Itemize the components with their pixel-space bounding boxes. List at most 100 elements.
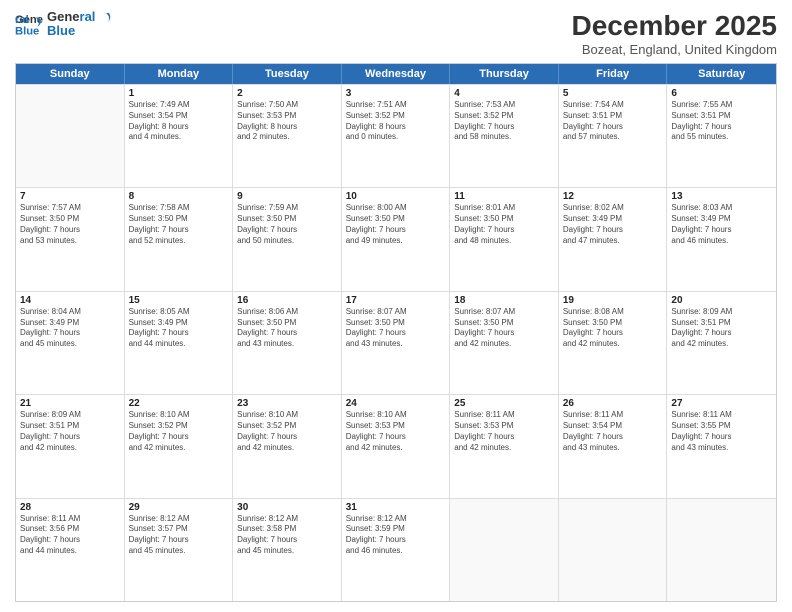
day-cell-4: 4Sunrise: 7:53 AM Sunset: 3:52 PM Daylig…	[450, 85, 559, 187]
header-day-monday: Monday	[125, 64, 234, 84]
day-info: Sunrise: 8:07 AM Sunset: 3:50 PM Dayligh…	[346, 307, 446, 350]
day-cell-27: 27Sunrise: 8:11 AM Sunset: 3:55 PM Dayli…	[667, 395, 776, 497]
day-cell-15: 15Sunrise: 8:05 AM Sunset: 3:49 PM Dayli…	[125, 292, 234, 394]
day-number: 10	[346, 191, 446, 202]
day-number: 14	[20, 295, 120, 306]
logo-line1: General	[47, 10, 113, 24]
day-info: Sunrise: 8:12 AM Sunset: 3:58 PM Dayligh…	[237, 514, 337, 557]
day-cell-17: 17Sunrise: 8:07 AM Sunset: 3:50 PM Dayli…	[342, 292, 451, 394]
day-number: 23	[237, 398, 337, 409]
day-info: Sunrise: 7:55 AM Sunset: 3:51 PM Dayligh…	[671, 100, 772, 143]
day-number: 3	[346, 88, 446, 99]
day-info: Sunrise: 8:12 AM Sunset: 3:59 PM Dayligh…	[346, 514, 446, 557]
day-number: 4	[454, 88, 554, 99]
day-number: 18	[454, 295, 554, 306]
day-cell-16: 16Sunrise: 8:06 AM Sunset: 3:50 PM Dayli…	[233, 292, 342, 394]
empty-cell	[667, 499, 776, 601]
day-info: Sunrise: 7:54 AM Sunset: 3:51 PM Dayligh…	[563, 100, 663, 143]
header-day-wednesday: Wednesday	[342, 64, 451, 84]
day-info: Sunrise: 7:53 AM Sunset: 3:52 PM Dayligh…	[454, 100, 554, 143]
day-number: 8	[129, 191, 229, 202]
day-info: Sunrise: 7:49 AM Sunset: 3:54 PM Dayligh…	[129, 100, 229, 143]
day-cell-31: 31Sunrise: 8:12 AM Sunset: 3:59 PM Dayli…	[342, 499, 451, 601]
day-number: 6	[671, 88, 772, 99]
day-cell-28: 28Sunrise: 8:11 AM Sunset: 3:56 PM Dayli…	[16, 499, 125, 601]
day-info: Sunrise: 8:11 AM Sunset: 3:55 PM Dayligh…	[671, 410, 772, 453]
calendar-week-1: 1Sunrise: 7:49 AM Sunset: 3:54 PM Daylig…	[16, 84, 776, 187]
day-info: Sunrise: 8:06 AM Sunset: 3:50 PM Dayligh…	[237, 307, 337, 350]
day-info: Sunrise: 7:51 AM Sunset: 3:52 PM Dayligh…	[346, 100, 446, 143]
day-number: 13	[671, 191, 772, 202]
header-day-sunday: Sunday	[16, 64, 125, 84]
day-number: 22	[129, 398, 229, 409]
day-cell-10: 10Sunrise: 8:00 AM Sunset: 3:50 PM Dayli…	[342, 188, 451, 290]
day-number: 7	[20, 191, 120, 202]
day-cell-5: 5Sunrise: 7:54 AM Sunset: 3:51 PM Daylig…	[559, 85, 668, 187]
empty-cell	[559, 499, 668, 601]
calendar-week-3: 14Sunrise: 8:04 AM Sunset: 3:49 PM Dayli…	[16, 291, 776, 394]
header-day-thursday: Thursday	[450, 64, 559, 84]
day-cell-20: 20Sunrise: 8:09 AM Sunset: 3:51 PM Dayli…	[667, 292, 776, 394]
day-number: 19	[563, 295, 663, 306]
day-number: 11	[454, 191, 554, 202]
day-number: 20	[671, 295, 772, 306]
logo: Gene ral Blue General Blue	[15, 10, 113, 39]
day-info: Sunrise: 8:07 AM Sunset: 3:50 PM Dayligh…	[454, 307, 554, 350]
day-cell-13: 13Sunrise: 8:03 AM Sunset: 3:49 PM Dayli…	[667, 188, 776, 290]
day-info: Sunrise: 8:11 AM Sunset: 3:56 PM Dayligh…	[20, 514, 120, 557]
day-number: 24	[346, 398, 446, 409]
day-number: 9	[237, 191, 337, 202]
day-cell-11: 11Sunrise: 8:01 AM Sunset: 3:50 PM Dayli…	[450, 188, 559, 290]
day-number: 21	[20, 398, 120, 409]
day-info: Sunrise: 8:04 AM Sunset: 3:49 PM Dayligh…	[20, 307, 120, 350]
calendar: SundayMondayTuesdayWednesdayThursdayFrid…	[15, 63, 777, 602]
header-day-saturday: Saturday	[667, 64, 776, 84]
day-cell-21: 21Sunrise: 8:09 AM Sunset: 3:51 PM Dayli…	[16, 395, 125, 497]
day-number: 2	[237, 88, 337, 99]
logo-icon: Gene ral Blue	[15, 10, 43, 38]
day-info: Sunrise: 8:10 AM Sunset: 3:52 PM Dayligh…	[237, 410, 337, 453]
day-info: Sunrise: 7:59 AM Sunset: 3:50 PM Dayligh…	[237, 203, 337, 246]
day-info: Sunrise: 8:10 AM Sunset: 3:52 PM Dayligh…	[129, 410, 229, 453]
day-info: Sunrise: 8:11 AM Sunset: 3:54 PM Dayligh…	[563, 410, 663, 453]
day-number: 29	[129, 502, 229, 513]
day-number: 5	[563, 88, 663, 99]
calendar-week-5: 28Sunrise: 8:11 AM Sunset: 3:56 PM Dayli…	[16, 498, 776, 601]
day-number: 16	[237, 295, 337, 306]
day-info: Sunrise: 8:02 AM Sunset: 3:49 PM Dayligh…	[563, 203, 663, 246]
day-number: 1	[129, 88, 229, 99]
day-info: Sunrise: 8:01 AM Sunset: 3:50 PM Dayligh…	[454, 203, 554, 246]
day-cell-25: 25Sunrise: 8:11 AM Sunset: 3:53 PM Dayli…	[450, 395, 559, 497]
day-cell-3: 3Sunrise: 7:51 AM Sunset: 3:52 PM Daylig…	[342, 85, 451, 187]
day-info: Sunrise: 8:03 AM Sunset: 3:49 PM Dayligh…	[671, 203, 772, 246]
calendar-week-2: 7Sunrise: 7:57 AM Sunset: 3:50 PM Daylig…	[16, 187, 776, 290]
day-cell-7: 7Sunrise: 7:57 AM Sunset: 3:50 PM Daylig…	[16, 188, 125, 290]
day-cell-18: 18Sunrise: 8:07 AM Sunset: 3:50 PM Dayli…	[450, 292, 559, 394]
day-info: Sunrise: 7:50 AM Sunset: 3:53 PM Dayligh…	[237, 100, 337, 143]
day-cell-26: 26Sunrise: 8:11 AM Sunset: 3:54 PM Dayli…	[559, 395, 668, 497]
day-cell-23: 23Sunrise: 8:10 AM Sunset: 3:52 PM Dayli…	[233, 395, 342, 497]
logo-line2: Blue	[47, 24, 113, 38]
day-cell-6: 6Sunrise: 7:55 AM Sunset: 3:51 PM Daylig…	[667, 85, 776, 187]
day-cell-9: 9Sunrise: 7:59 AM Sunset: 3:50 PM Daylig…	[233, 188, 342, 290]
day-number: 26	[563, 398, 663, 409]
day-cell-12: 12Sunrise: 8:02 AM Sunset: 3:49 PM Dayli…	[559, 188, 668, 290]
day-cell-19: 19Sunrise: 8:08 AM Sunset: 3:50 PM Dayli…	[559, 292, 668, 394]
day-info: Sunrise: 8:09 AM Sunset: 3:51 PM Dayligh…	[671, 307, 772, 350]
day-cell-14: 14Sunrise: 8:04 AM Sunset: 3:49 PM Dayli…	[16, 292, 125, 394]
calendar-body: 1Sunrise: 7:49 AM Sunset: 3:54 PM Daylig…	[16, 84, 776, 601]
day-info: Sunrise: 7:57 AM Sunset: 3:50 PM Dayligh…	[20, 203, 120, 246]
day-number: 31	[346, 502, 446, 513]
day-info: Sunrise: 8:00 AM Sunset: 3:50 PM Dayligh…	[346, 203, 446, 246]
day-cell-30: 30Sunrise: 8:12 AM Sunset: 3:58 PM Dayli…	[233, 499, 342, 601]
location-subtitle: Bozeat, England, United Kingdom	[572, 42, 777, 57]
day-info: Sunrise: 8:05 AM Sunset: 3:49 PM Dayligh…	[129, 307, 229, 350]
day-cell-29: 29Sunrise: 8:12 AM Sunset: 3:57 PM Dayli…	[125, 499, 234, 601]
day-info: Sunrise: 8:12 AM Sunset: 3:57 PM Dayligh…	[129, 514, 229, 557]
day-cell-24: 24Sunrise: 8:10 AM Sunset: 3:53 PM Dayli…	[342, 395, 451, 497]
calendar-header: SundayMondayTuesdayWednesdayThursdayFrid…	[16, 64, 776, 84]
day-info: Sunrise: 8:11 AM Sunset: 3:53 PM Dayligh…	[454, 410, 554, 453]
day-cell-1: 1Sunrise: 7:49 AM Sunset: 3:54 PM Daylig…	[125, 85, 234, 187]
day-info: Sunrise: 8:09 AM Sunset: 3:51 PM Dayligh…	[20, 410, 120, 453]
day-number: 27	[671, 398, 772, 409]
